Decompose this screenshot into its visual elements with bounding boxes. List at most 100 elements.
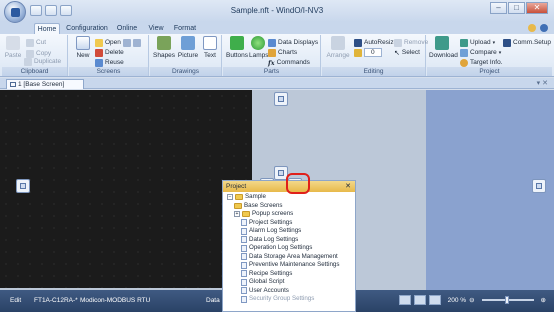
open-screen-button[interactable]: Open▾ [95,38,125,47]
expand-icon[interactable]: + [234,211,240,218]
shapes-button[interactable]: Shapes [153,36,175,59]
tree-item-label: Alarm Log Settings [249,227,302,234]
tree-item[interactable]: User Accounts [227,287,355,296]
duplicate-button[interactable]: Duplicate [24,57,61,66]
dock-top-icon [278,96,284,102]
app-logo-icon [11,8,20,17]
tree-item[interactable]: Base Screens [227,202,355,211]
open-screen-icon [95,38,103,47]
tab-view[interactable]: View [146,23,166,34]
dock-left-guide[interactable] [16,179,30,193]
settings-document-icon [241,219,247,227]
tree-item[interactable]: Alarm Log Settings [227,227,355,236]
tree-item[interactable]: Recipe Settings [227,270,355,279]
select-button[interactable]: ↖ Select [394,48,420,57]
tab-online[interactable]: Online [114,23,140,34]
dock-left-icon [20,183,26,189]
help-icon[interactable] [540,24,548,32]
cut-button[interactable]: Cut [26,38,46,47]
paste-button[interactable]: Paste [4,36,22,59]
delete-icon [95,48,103,57]
tree-item-label: Data Storage Area Management [249,252,338,260]
compare-button[interactable]: Compare ▾ [460,48,501,57]
tree-item[interactable]: Global Script [227,278,355,287]
spin-value-field[interactable]: 0 [354,48,382,57]
settings-document-icon [241,287,247,295]
text-button[interactable]: Text [201,36,219,59]
zoom-slider-thumb[interactable] [504,296,509,304]
view-normal-button[interactable] [398,295,411,305]
data-displays-button[interactable]: Data Displays [268,38,318,47]
maximize-button[interactable]: □ [508,2,525,14]
dock-center-top-icon [278,170,284,176]
ribbon: Cut Copy Paste Duplicate Clipboard New O… [0,34,554,77]
parts-group: Buttons Lamps Data Displays Charts fx Com… [223,35,321,76]
zoom-in-icon[interactable]: ⊕ [541,296,546,304]
screen-canvas[interactable] [0,90,252,288]
tips-icon[interactable] [528,24,536,32]
delete-screen-button[interactable]: Delete [95,48,124,57]
screen-icon [10,81,16,87]
comm-setup-button[interactable]: Comm.Setup [503,38,551,47]
tree-item[interactable]: Data Log Settings [227,236,355,245]
autoresize-button[interactable]: AutoResize [354,38,397,47]
ribbon-help-area [528,24,548,32]
tree-item[interactable]: Preventive Maintenance Settings [227,261,355,270]
duplicate-icon [24,57,32,66]
status-mode: Edit [10,297,22,304]
document-close-icon[interactable]: ▾ ✕ [537,79,548,87]
dock-right-guide[interactable] [532,179,546,193]
title-bar: Sample.nft - WindO/I-NV3 – □ ✕ [0,0,554,23]
tab-format[interactable]: Format [172,23,198,34]
clipboard-group: Cut Copy Paste Duplicate Clipboard [2,35,68,76]
reuse-button[interactable]: Reuse [95,58,124,67]
settings-document-icon [241,295,247,303]
tree-item[interactable]: + Popup screens [227,210,355,219]
view-preview-button[interactable] [428,295,441,305]
collapse-icon[interactable]: − [227,194,233,201]
tree-item-label: Popup screens [252,210,294,217]
download-icon [435,36,449,50]
data-display-icon [268,38,276,47]
lamp-icon [251,36,265,50]
tree-item[interactable]: Data Storage Area Management [227,253,355,262]
minimize-button[interactable]: – [490,2,507,14]
application-button[interactable] [4,1,26,23]
picture-button[interactable]: Picture [177,36,199,59]
commands-button[interactable]: fx Commands [268,58,310,67]
zoom-out-icon[interactable]: ⊖ [469,296,474,304]
tree-item-label: User Accounts [249,286,289,294]
document-tab-base-screen[interactable]: 1 [Base Screen] [6,79,84,89]
remove-button[interactable]: Remove [394,38,428,47]
folder-icon [235,194,243,201]
download-button[interactable]: Download [429,36,458,59]
clipboard-group-label: Clipboard [2,67,67,76]
lamps-part-button[interactable]: Lamps [249,36,269,59]
editing-group-label: Editing [322,67,425,76]
arrange-button[interactable]: Arrange [326,36,350,59]
zoom-slider[interactable] [481,296,534,304]
dropdown-arrow-icon: ▾ [498,49,502,56]
tree-item-label: Base Screens [244,201,283,209]
panel-close-icon[interactable]: ✕ [345,181,351,192]
new-screen-icon [76,36,90,50]
tab-configuration[interactable]: Configuration [66,23,108,34]
tree-item-label: Project Settings [249,218,293,226]
charts-button[interactable]: Charts [268,48,297,57]
tree-item[interactable]: Project Settings [227,219,355,228]
view-grid-button[interactable] [413,295,426,305]
close-button[interactable]: ✕ [526,2,548,14]
new-screen-button[interactable]: New [75,36,91,59]
buttons-part-button[interactable]: Buttons [226,36,248,59]
screen-nav-buttons[interactable] [123,38,141,47]
tree-item[interactable]: Operation Log Settings [227,244,355,253]
tab-home[interactable]: Home [34,23,60,34]
dock-top-guide[interactable] [274,92,288,106]
screen-forward-icon [133,38,141,47]
tree-item[interactable]: − Sample [227,193,355,202]
drawings-group: Shapes Picture Text Drawings [150,35,222,76]
tree-item[interactable]: Security Group Settings [227,295,355,304]
upload-button[interactable]: Upload ▾ [460,38,495,47]
project-group-label: Project [427,67,552,76]
target-info-button[interactable]: Target Info. [460,58,503,67]
